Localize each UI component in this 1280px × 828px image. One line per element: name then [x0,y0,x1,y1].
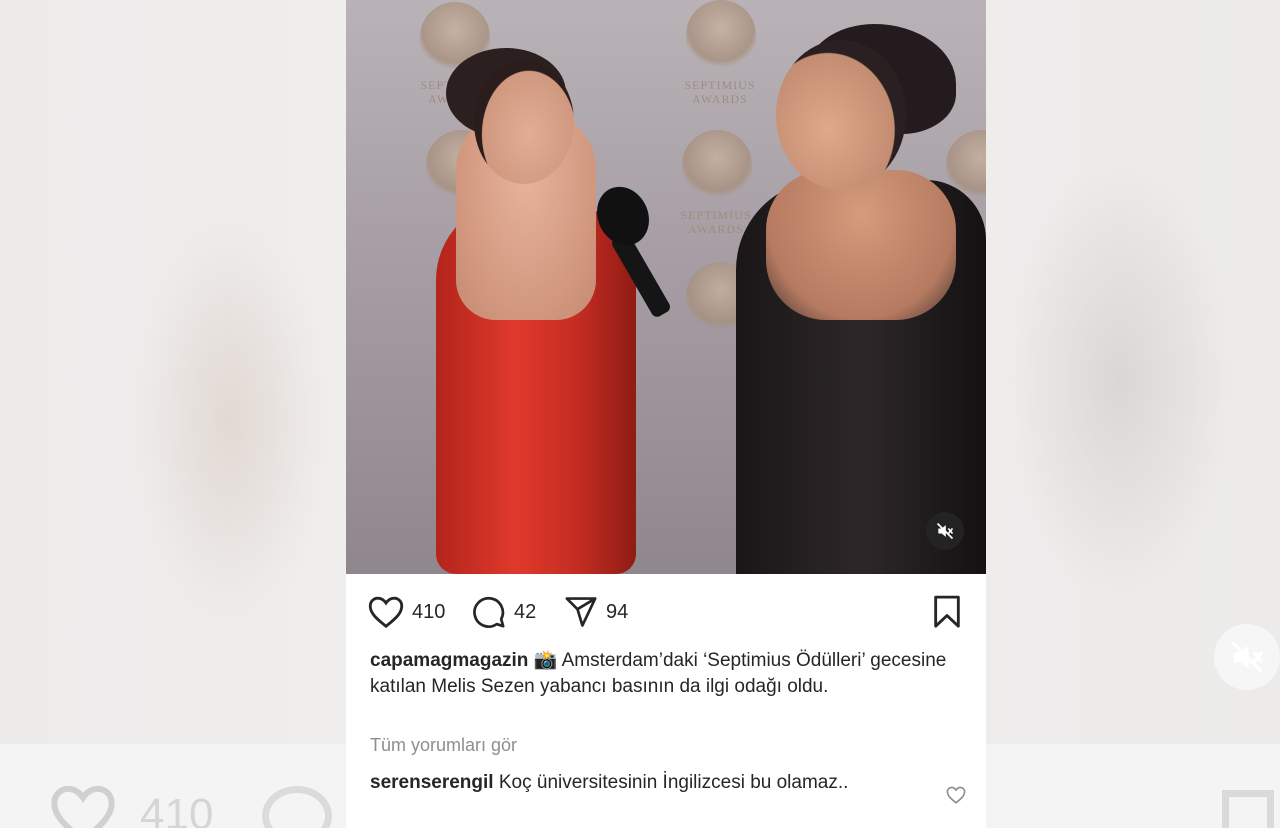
background-likes-ghost: 410 [140,790,214,828]
paper-plane-icon[interactable] [564,596,598,628]
comment-action[interactable]: 42 [472,594,536,630]
bookmark-icon[interactable] [932,595,962,629]
view-all-comments-link[interactable]: Tüm yorumları gör [370,735,517,756]
save-action[interactable] [932,594,962,630]
person-left-head [474,60,574,184]
post-video[interactable]: SEPTIMIUSAWARDS SEPTIMIUSAWARDS SEPTIMIU… [346,0,986,574]
mute-button[interactable] [926,512,964,550]
camera-flash-emoji: 📸 [533,650,558,671]
backdrop-logo [682,130,752,200]
post-action-bar: 410 42 94 [346,574,986,650]
heart-icon[interactable] [368,595,404,629]
comment-item: serenserengil Koç üniversitesinin İngili… [370,770,890,796]
comment-count: 42 [514,600,537,623]
backdrop-text: SEPTIMIUSAWARDS [684,78,756,106]
small-heart-icon[interactable] [946,786,966,804]
comment-text: Koç üniversitesinin İngilizcesi bu olama… [498,772,849,793]
caption-username[interactable]: capamagmagazin [370,650,528,671]
background-mute-icon [1214,624,1280,690]
backdrop-logo [686,0,756,70]
like-count: 410 [412,600,446,623]
background-heart-icon [51,785,115,828]
person-right-shoulders [766,170,956,320]
speaker-muted-icon [936,522,954,540]
comment-username[interactable]: serenserengil [370,772,494,793]
background-bookmark-icon [1222,790,1274,828]
instagram-post: SEPTIMIUSAWARDS SEPTIMIUSAWARDS SEPTIMIU… [346,0,986,828]
post-caption: capamagmagazin 📸 Amsterdam’daki ‘Septimi… [370,648,960,700]
share-count: 94 [606,600,629,623]
share-action[interactable]: 94 [564,594,628,630]
like-action[interactable]: 410 [368,594,445,630]
person-right-head [776,40,906,190]
comment-bubble-icon[interactable] [472,595,506,629]
